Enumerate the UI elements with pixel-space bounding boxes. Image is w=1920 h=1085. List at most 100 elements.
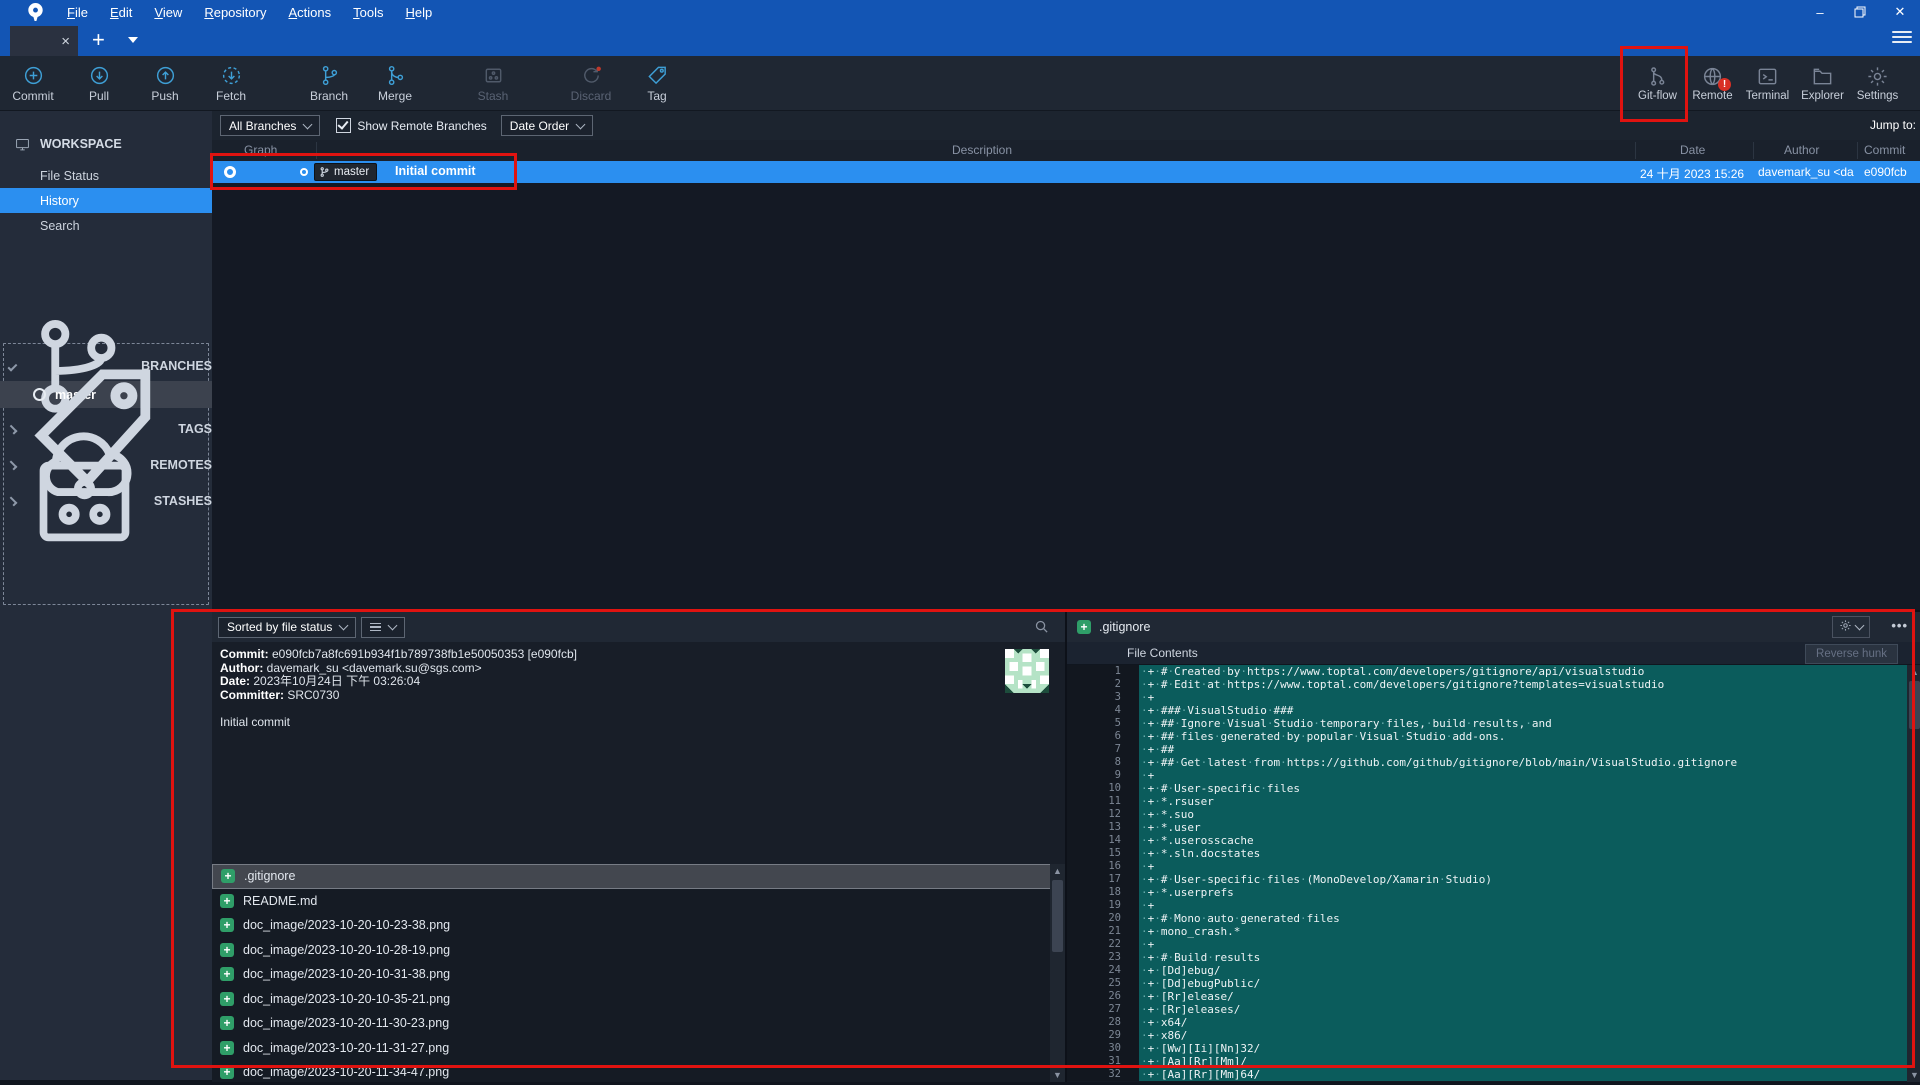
column-description[interactable]: Description [952,143,1012,157]
show-remote-checkbox[interactable] [336,118,351,133]
file-row[interactable]: +doc_image/2023-10-20-10-23-38.png [212,913,1065,938]
diff-line-text: ·+·###·VisualStudio·### [1139,704,1907,717]
sidebar-item-search[interactable]: Search [0,213,212,238]
sort-select[interactable]: Sorted by file status [218,617,356,638]
diff-line-number: 7 [1067,743,1139,756]
file-row[interactable]: +README.md [212,889,1065,914]
fetch-button[interactable]: Fetch [198,56,264,110]
git-flow-button[interactable]: Git-flow [1630,56,1685,110]
history-table-header: Graph Description Date Author Commit [212,140,1920,162]
scroll-up-icon[interactable]: ▲ [1907,665,1920,679]
order-select[interactable]: Date Order [501,115,593,136]
diff-line-number: 31 [1067,1055,1139,1068]
diff-line-number: 27 [1067,1003,1139,1016]
diff-line: 25·+·[Dd]ebugPublic/ [1067,977,1907,990]
chevron-right-icon[interactable] [8,460,18,470]
toolbar-button-label: Stash [478,89,509,103]
settings-button[interactable]: Settings [1850,56,1905,110]
chevron-down-icon [1855,621,1865,631]
menu-help[interactable]: Help [395,3,442,22]
toolbar-button-label: Explorer [1801,90,1844,102]
tag-button[interactable]: Tag [624,56,690,110]
toolbar-button-label: Git-flow [1638,90,1677,102]
merge-button[interactable]: Merge [362,56,428,110]
column-commit[interactable]: Commit [1864,143,1905,157]
branch-filter-select[interactable]: All Branches [220,115,320,136]
diff-line-number: 6 [1067,730,1139,743]
added-status-icon: + [220,1016,234,1030]
scrollbar-thumb[interactable] [1909,681,1920,729]
file-row[interactable]: +doc_image/2023-10-20-11-30-23.png [212,1011,1065,1036]
minimize-button[interactable]: – [1800,0,1840,24]
chevron-right-icon[interactable] [8,424,18,434]
explorer-button[interactable]: Explorer [1795,56,1850,110]
scroll-up-icon[interactable]: ▲ [1050,864,1065,878]
sidebar-item-file-status[interactable]: File Status [0,163,212,188]
chevron-right-icon[interactable] [8,496,18,506]
show-remote-checkbox-group[interactable]: Show Remote Branches [336,118,486,133]
window-controls: – ✕ [1800,0,1920,24]
column-date[interactable]: Date [1680,143,1705,157]
menu-repository[interactable]: Repository [194,3,276,22]
diff-line-number: 28 [1067,1016,1139,1029]
reverse-hunk-button[interactable]: Reverse hunk [1805,644,1898,664]
commit-button[interactable]: Commit [0,56,66,110]
file-row[interactable]: +doc_image/2023-10-20-11-34-47.png [212,1060,1065,1085]
diff-line: 27·+·[Rr]eleases/ [1067,1003,1907,1016]
menu-edit[interactable]: Edit [100,3,142,22]
added-status-icon: + [221,869,235,883]
added-status-icon: + [220,894,234,908]
diff-line: 2·+·#·Edit·at·https://www.toptal.com/dev… [1067,678,1907,691]
diff-line-text: ·+·#·Build·results [1139,951,1907,964]
file-list-scrollbar[interactable]: ▲ ▼ [1050,864,1065,1082]
toolbar-button-label: Commit [12,89,53,103]
column-graph[interactable]: Graph [244,143,277,157]
search-icon[interactable] [1034,619,1049,634]
diff-line-number: 22 [1067,938,1139,951]
pull-button[interactable]: Pull [66,56,132,110]
sidebar-section-stashes[interactable]: STASHES [0,486,212,516]
menu-bar: FileEditViewRepositoryActionsToolsHelp [57,3,442,22]
file-row[interactable]: +doc_image/2023-10-20-10-28-19.png [212,938,1065,963]
commit-row[interactable]: master Initial commit 24 十月 2023 15:26 d… [212,161,1920,183]
repo-tab[interactable]: × [10,26,78,56]
sidebar-item-history[interactable]: History [0,188,212,213]
file-row[interactable]: +doc_image/2023-10-20-10-31-38.png [212,962,1065,987]
more-options-icon[interactable]: ••• [1891,618,1908,633]
hamburger-menu-icon[interactable] [1892,27,1912,47]
diff-line-text: ·+·[Aa][Rr][Mm]64/ [1139,1068,1907,1081]
toolbar-button-label: Push [151,89,178,103]
view-mode-select[interactable] [361,617,405,638]
remote-button[interactable]: !Remote [1685,56,1740,110]
file-row[interactable]: +doc_image/2023-10-20-11-31-27.png [212,1036,1065,1061]
branch-button[interactable]: Branch [296,56,362,110]
menu-view[interactable]: View [144,3,192,22]
diff-line: 13·+·*.user [1067,821,1907,834]
file-row[interactable]: +.gitignore [212,864,1065,889]
scrollbar-thumb[interactable] [1052,880,1063,952]
diff-line-text: ·+·*.userosscache [1139,834,1907,847]
diff-line-text: ·+·#·Edit·at·https://www.toptal.com/deve… [1139,678,1907,691]
hunk-header: File Contents Reverse hunk [1067,642,1920,665]
file-name: doc_image/2023-10-20-10-35-21.png [243,992,450,1006]
diff-line-number: 2 [1067,678,1139,691]
menu-actions[interactable]: Actions [278,3,341,22]
toolbar-button-label: Settings [1857,90,1899,102]
file-row[interactable]: +doc_image/2023-10-20-10-35-21.png [212,987,1065,1012]
terminal-icon [1756,65,1779,88]
tab-close-icon[interactable]: × [61,34,70,49]
diff-options-button[interactable] [1832,616,1870,638]
push-button[interactable]: Push [132,56,198,110]
chevron-down-icon[interactable] [7,361,17,371]
diff-scrollbar[interactable]: ▲ ▼ [1907,665,1920,1082]
avatar [1005,649,1049,693]
terminal-button[interactable]: Terminal [1740,56,1795,110]
maximize-button[interactable] [1840,0,1880,24]
hunk-title: File Contents [1127,646,1198,660]
close-button[interactable]: ✕ [1880,0,1920,24]
column-author[interactable]: Author [1784,143,1819,157]
menu-file[interactable]: File [57,3,98,22]
menu-tools[interactable]: Tools [343,3,393,22]
tab-list-caret-icon[interactable] [128,37,138,43]
new-tab-button[interactable]: + [92,27,105,53]
